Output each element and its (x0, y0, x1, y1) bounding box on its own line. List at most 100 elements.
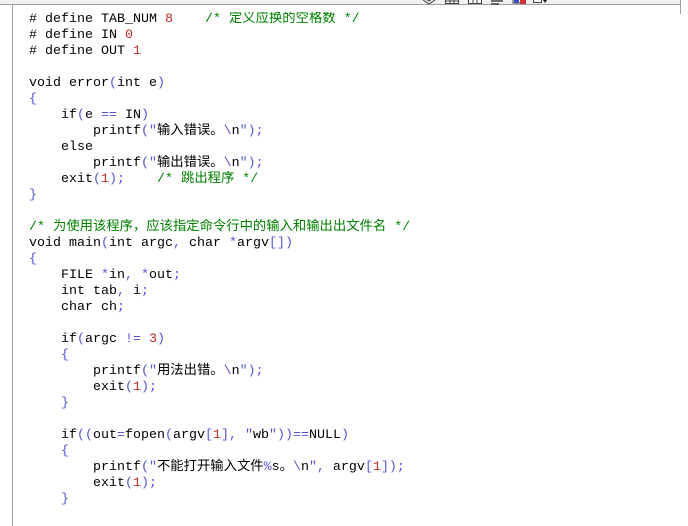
code-plain-token: void main (29, 236, 101, 251)
code-line[interactable]: { (29, 348, 680, 364)
code-line[interactable]: } (29, 188, 680, 204)
code-punct-token: { (29, 92, 37, 107)
code-line[interactable]: printf("输入错误。\n"); (29, 124, 680, 140)
code-plain-token: int argc (108, 236, 173, 251)
code-line[interactable] (29, 204, 680, 220)
code-punct-token: "); (239, 124, 264, 139)
code-line[interactable]: else (29, 140, 680, 156)
list-icon[interactable] (489, 0, 505, 5)
code-line[interactable]: } (29, 396, 680, 412)
code-punct-token: * (100, 268, 109, 283)
code-line[interactable]: { (29, 444, 680, 460)
code-plain-token: char (180, 236, 229, 251)
code-punct-token: % (263, 460, 272, 475)
code-punct-token: "))== (269, 428, 309, 443)
code-plain-token: e (85, 108, 101, 123)
code-punct-token: ( (124, 380, 133, 395)
code-plain-token: printf (29, 124, 141, 139)
grid-icon[interactable] (467, 0, 483, 5)
code-line[interactable] (29, 60, 680, 76)
code-line[interactable]: exit(1); (29, 380, 680, 396)
code-punct-token: ], (221, 428, 237, 443)
code-plain-token: if (29, 108, 77, 123)
code-punct-token: ; (116, 300, 125, 315)
code-plain-token: if (29, 428, 77, 443)
code-punct-token: ", (308, 460, 325, 475)
code-plain-token: argv (236, 236, 269, 251)
table-icon[interactable] (444, 0, 460, 5)
code-line[interactable]: # define TAB_NUM 8 /* 定义应换的空格数 */ (29, 12, 680, 28)
code-punct-token: ( (77, 108, 85, 123)
code-editor[interactable]: # define TAB_NUM 8 /* 定义应换的空格数 */# defin… (29, 12, 680, 524)
code-plain-token (29, 444, 61, 459)
code-line[interactable]: if(e == IN) (29, 108, 680, 124)
code-punct-token: { (61, 444, 69, 459)
code-punct-token: ) (141, 108, 149, 123)
code-line[interactable]: printf("不能打开输入文件%s。\n", argv[1]); (29, 460, 680, 476)
code-punct-token: []) (268, 236, 293, 251)
code-punct-token: } (29, 188, 37, 203)
code-line[interactable]: char ch; (29, 300, 680, 316)
code-plain-token: exit (29, 380, 125, 395)
code-punct-token: { (29, 252, 37, 267)
code-punct-token: ); (140, 476, 157, 491)
code-line[interactable] (29, 412, 680, 428)
code-plain-token: NULL (309, 428, 341, 443)
code-line[interactable]: exit(1); (29, 476, 680, 492)
code-comment-token: /* 定义应换的空格数 */ (204, 12, 360, 27)
layers-icon[interactable] (421, 0, 437, 5)
code-plain-token (133, 268, 141, 283)
code-plain-token: n (231, 124, 240, 139)
code-punct-token: } (61, 396, 69, 411)
code-plain-token (237, 428, 245, 443)
code-plain-token: printf (29, 156, 141, 171)
code-number-token: 1 (132, 476, 141, 491)
code-plain-token (173, 12, 205, 27)
code-plain-token: wb (253, 428, 269, 443)
code-line[interactable]: { (29, 92, 680, 108)
code-punct-token: \ (292, 460, 301, 475)
bookmark-icon[interactable] (511, 0, 527, 5)
code-line[interactable]: } (29, 492, 680, 508)
code-punct-token: " (245, 428, 253, 443)
code-punct-token: = (117, 428, 125, 443)
code-line[interactable] (29, 316, 680, 332)
code-line[interactable]: /* 为使用该程序，应该指定命令行中的输入和输出出文件名 */ (29, 220, 680, 236)
code-line[interactable]: printf("用法出错。\n"); (29, 364, 680, 380)
code-punct-token: , (116, 284, 125, 299)
code-plain-token (29, 492, 61, 507)
dropdown-arrow-icon[interactable] (532, 0, 548, 5)
code-plain-token: n (231, 156, 240, 171)
code-line[interactable]: void error(int e) (29, 76, 680, 92)
code-line[interactable]: int tab, i; (29, 284, 680, 300)
code-line[interactable]: void main(int argc, char *argv[]) (29, 236, 680, 252)
code-line[interactable]: exit(1); /* 跳出程序 */ (29, 172, 680, 188)
code-punct-token: , (172, 236, 181, 251)
code-punct-token: "); (239, 364, 264, 379)
code-punct-token: != (125, 332, 141, 347)
code-line[interactable]: { (29, 252, 680, 268)
code-plain-token: fopen (125, 428, 165, 443)
code-line[interactable]: # define IN 0 (29, 28, 680, 44)
code-number-token: 1 (213, 428, 221, 443)
window-frame-corner (680, 0, 688, 14)
code-line[interactable]: if((out=fopen(argv[1], "wb"))==NULL) (29, 428, 680, 444)
code-plain-token: int e (116, 76, 157, 91)
code-punct-token: (" (140, 156, 157, 171)
code-punct-token: ( (108, 76, 117, 91)
code-punct-token: ; (172, 268, 181, 283)
code-line[interactable]: if(argc != 3) (29, 332, 680, 348)
code-plain-token: if (29, 332, 77, 347)
code-line[interactable]: # define OUT 1 (29, 44, 680, 60)
code-punct-token: ( (124, 476, 133, 491)
code-plain-token: # define TAB_NUM (29, 12, 165, 27)
code-punct-token: ) (341, 428, 349, 443)
code-punct-token: ( (93, 172, 101, 187)
code-line[interactable]: FILE *in, *out; (29, 268, 680, 284)
code-plain-token: 输入错误。 (156, 124, 224, 139)
code-number-token: 0 (124, 28, 133, 43)
code-punct-token: [ (364, 460, 373, 475)
code-punct-token: ( (100, 236, 109, 251)
code-line[interactable]: printf("输出错误。\n"); (29, 156, 680, 172)
code-plain-token: 不能打开输入文件 (156, 460, 264, 475)
